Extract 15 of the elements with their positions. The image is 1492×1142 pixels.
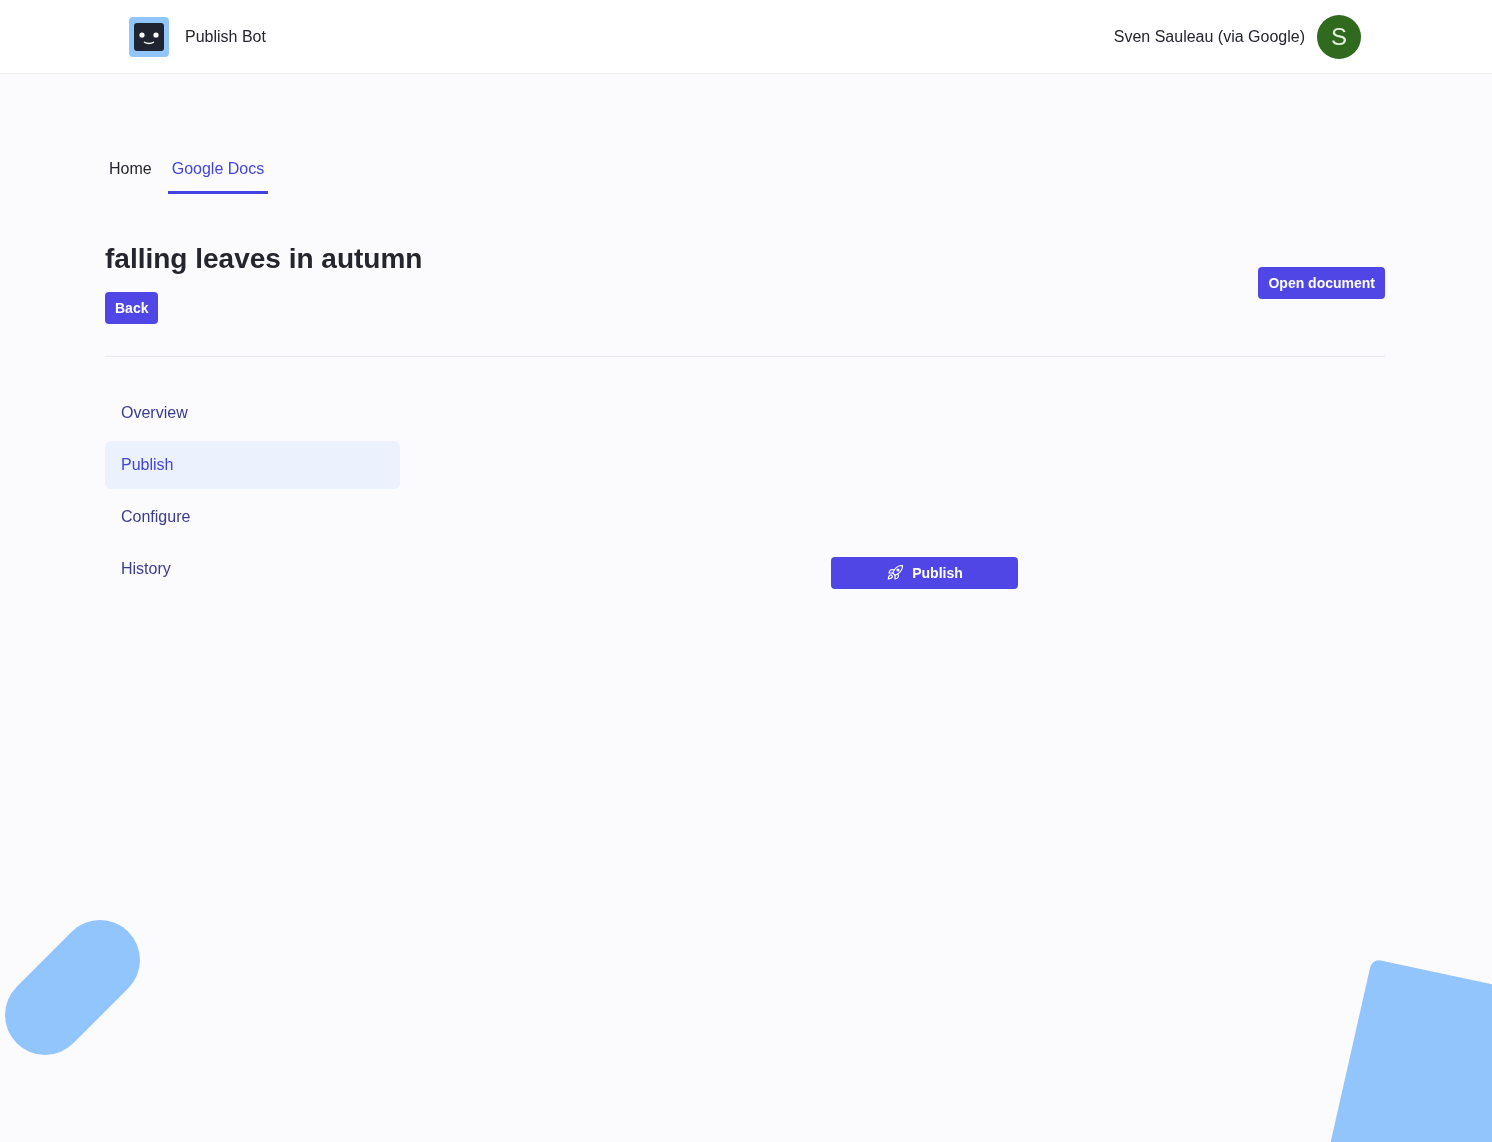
nav-tab[interactable]: Google Docs — [167, 150, 269, 194]
user-avatar[interactable]: S — [1317, 14, 1361, 59]
back-button[interactable]: Back — [105, 292, 159, 324]
publish-button[interactable]: Publish — [831, 557, 1018, 589]
open-document-button[interactable]: Open document — [1258, 267, 1385, 299]
user-name: Sven Sauleau (via Google) — [1113, 27, 1305, 46]
sidebar-item[interactable]: Overview — [105, 389, 400, 437]
sidebar-item[interactable]: Configure — [105, 493, 400, 541]
nav-tab[interactable]: Home — [105, 150, 156, 194]
robot-logo-icon — [129, 16, 169, 57]
sidebar-item[interactable]: Publish — [105, 441, 400, 489]
sidebar-item[interactable]: History — [105, 545, 400, 593]
document-title: falling leaves in autumn — [105, 242, 423, 276]
app-name: Publish Bot — [185, 27, 266, 46]
rocket-icon — [886, 564, 905, 582]
